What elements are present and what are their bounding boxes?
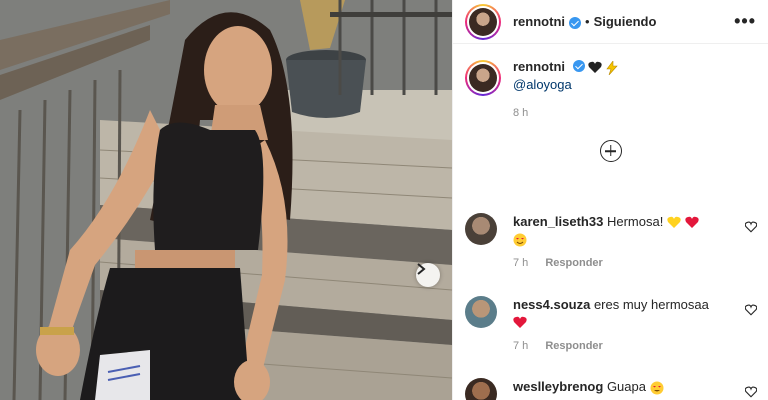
comment-avatar[interactable] bbox=[465, 296, 497, 328]
caption-avatar[interactable] bbox=[465, 60, 501, 96]
comment-username[interactable]: ness4.souza bbox=[513, 297, 590, 312]
caption-username[interactable]: rennotni bbox=[513, 59, 565, 74]
author-avatar[interactable] bbox=[465, 3, 501, 40]
lightning-icon bbox=[606, 60, 618, 75]
black-heart-icon bbox=[588, 61, 602, 74]
post-side-panel: rennotni • Siguiendo ••• rennotni @aloyo… bbox=[452, 0, 768, 400]
yellow-heart-icon bbox=[667, 216, 681, 229]
reply-button[interactable]: Responder bbox=[545, 340, 602, 352]
comment-text: Hermosa! bbox=[606, 214, 664, 229]
photo-scene bbox=[0, 0, 452, 400]
red-heart-icon bbox=[513, 316, 527, 329]
following-button[interactable]: Siguiendo bbox=[594, 14, 657, 29]
red-heart-icon bbox=[684, 216, 699, 229]
comment-avatar[interactable] bbox=[465, 213, 497, 245]
comment-time: 7 h bbox=[513, 340, 529, 352]
load-more-comments-icon[interactable] bbox=[599, 140, 622, 162]
comment-text: eres muy hermosaa bbox=[593, 297, 709, 312]
caption-mention-link[interactable]: @aloyoga bbox=[513, 77, 572, 92]
author-username[interactable]: rennotni bbox=[513, 14, 565, 29]
load-more-comments bbox=[453, 140, 768, 162]
smiling-heart-eyes-face-icon bbox=[513, 233, 527, 247]
comment-item: karen_liseth33 Hermosa! 7 h Responder bbox=[465, 213, 757, 272]
post-timestamp: 8 h bbox=[513, 107, 529, 119]
post-header: rennotni • Siguiendo ••• bbox=[453, 0, 768, 44]
heart-eyes-face-icon bbox=[650, 381, 664, 395]
reply-button[interactable]: Responder bbox=[545, 257, 602, 269]
comment-item: weslleybrenog Guapa bbox=[465, 378, 757, 400]
comment-text: Guapa bbox=[606, 379, 646, 394]
verified-badge-icon bbox=[569, 16, 581, 29]
next-photo-button[interactable] bbox=[416, 263, 440, 287]
chevron-right-icon bbox=[417, 263, 426, 275]
comment-item: ness4.souza eres muy hermosaa 7 h Respon… bbox=[465, 296, 757, 355]
verified-badge-icon bbox=[572, 60, 585, 72]
comment-username[interactable]: karen_liseth33 bbox=[513, 214, 603, 229]
follow-separator: • bbox=[585, 14, 590, 29]
like-heart-icon[interactable] bbox=[745, 386, 757, 398]
like-heart-icon[interactable] bbox=[745, 221, 757, 233]
comment-username[interactable]: weslleybrenog bbox=[513, 379, 603, 394]
post-photo[interactable] bbox=[0, 0, 452, 400]
post-caption: rennotni @aloyoga 8 h bbox=[453, 44, 768, 122]
like-heart-icon[interactable] bbox=[745, 304, 757, 316]
comment-time: 7 h bbox=[513, 257, 529, 269]
comment-avatar[interactable] bbox=[465, 378, 497, 400]
more-options-button[interactable]: ••• bbox=[734, 11, 756, 32]
